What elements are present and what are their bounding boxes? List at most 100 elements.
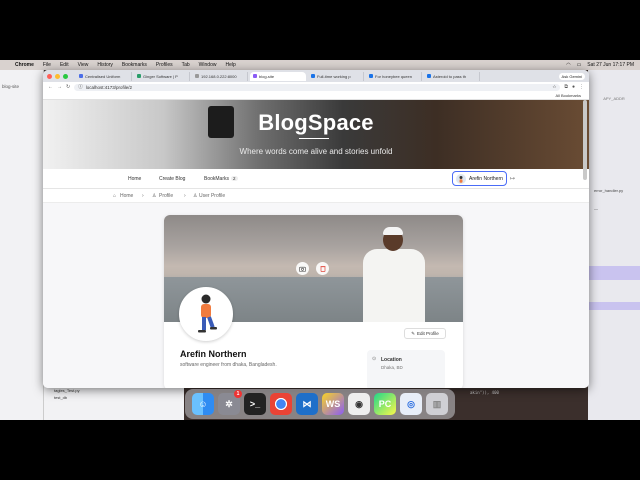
favicon-icon bbox=[79, 74, 83, 78]
main-nav: Home Create Blog BookMarks 2 Arefin North… bbox=[43, 169, 589, 189]
tab-label: 192.168.0.222:8000 bbox=[201, 73, 237, 79]
menu-bookmarks[interactable]: Bookmarks bbox=[122, 62, 147, 68]
background-label: APY_ADDR bbox=[603, 96, 625, 101]
location-box: ⊙ Location Dhaka, BD bbox=[367, 350, 445, 388]
nav-home-link[interactable]: Home bbox=[128, 176, 141, 182]
nav-bookmarks-label: BookMarks bbox=[204, 176, 230, 182]
battery-icon[interactable]: ▭ bbox=[577, 62, 582, 68]
favicon-icon bbox=[137, 74, 141, 78]
browser-tab-active[interactable]: blog-site bbox=[250, 71, 306, 81]
profile-name: Arefin Northern bbox=[180, 349, 247, 359]
favicon-icon bbox=[195, 74, 199, 78]
browser-toolbar: ← → ↻ ⓘ localhost:4173/profile/2 ☆ ⧉ ● ⋮ bbox=[43, 82, 589, 92]
mac-menubar: Chrome File Edit View History Bookmarks … bbox=[0, 60, 640, 70]
menubar-datetime[interactable]: Sat 27 Jun 17:17 PM bbox=[587, 62, 634, 68]
logout-icon[interactable]: ↦ bbox=[510, 175, 515, 182]
page-scrollbar[interactable] bbox=[583, 100, 587, 180]
forward-icon[interactable]: → bbox=[57, 84, 62, 90]
background-ide-panel: blog-site bbox=[0, 70, 44, 420]
user-menu-button[interactable]: Arefin Northern bbox=[452, 171, 507, 186]
menu-help[interactable]: Help bbox=[225, 62, 235, 68]
tab-label: Ginger Software | P bbox=[143, 73, 178, 79]
url-text: localhost:4173/profile/2 bbox=[85, 84, 132, 90]
bookmark-star-icon[interactable]: ☆ bbox=[552, 84, 556, 90]
profile-icon[interactable]: ● bbox=[572, 84, 575, 90]
breadcrumb-user-profile: User Profile bbox=[199, 193, 226, 199]
menu-app-name[interactable]: Chrome bbox=[15, 62, 34, 68]
vscode-icon[interactable]: ⋈ bbox=[296, 393, 318, 415]
zoom-window-button[interactable] bbox=[63, 73, 68, 79]
terminal-icon[interactable]: >_ bbox=[244, 393, 266, 415]
menu-profiles[interactable]: Profiles bbox=[156, 62, 173, 68]
ask-gemini-button[interactable]: Ask Gemini bbox=[558, 72, 585, 80]
hero-banner: BlogSpace Where words come alive and sto… bbox=[43, 100, 589, 169]
notification-badge: 1 bbox=[234, 390, 242, 398]
nav-bookmarks-link[interactable]: BookMarks 2 bbox=[204, 176, 238, 182]
breadcrumb-home-icon: ⌂ bbox=[113, 193, 117, 199]
reload-icon[interactable]: ↻ bbox=[66, 84, 70, 90]
menu-edit[interactable]: Edit bbox=[60, 62, 69, 68]
profile-avatar[interactable] bbox=[179, 287, 233, 341]
wifi-icon[interactable]: ◠ bbox=[566, 62, 570, 68]
breadcrumb-profile[interactable]: Profile bbox=[159, 193, 173, 199]
browser-tab[interactable]: Asteroid to pass th bbox=[424, 71, 480, 81]
trash-icon[interactable]: ▥ bbox=[426, 393, 448, 415]
finder-icon[interactable]: ☺ bbox=[192, 393, 214, 415]
menu-history[interactable]: History bbox=[97, 62, 113, 68]
browser-tab[interactable]: For honeybee queen bbox=[366, 71, 422, 81]
browser-tab[interactable]: Full-time working p bbox=[308, 71, 364, 81]
profile-card: ✎ Edit Profile Arefin Northern software … bbox=[164, 215, 463, 388]
edit-profile-button[interactable]: ✎ Edit Profile bbox=[404, 328, 446, 339]
chrome-icon[interactable] bbox=[270, 393, 292, 415]
tab-label: Asteroid to pass th bbox=[433, 73, 467, 79]
browser-tab[interactable]: Ginger Software | P bbox=[134, 71, 190, 81]
breadcrumb-home[interactable]: Home bbox=[120, 193, 133, 199]
bookmarks-bar: All Bookmarks bbox=[43, 92, 589, 100]
user-avatar bbox=[456, 173, 466, 184]
browser-tab[interactable]: Centralised Uniform bbox=[76, 71, 132, 81]
tab-bar: Centralised Uniform Ginger Software | P … bbox=[43, 70, 589, 82]
ws-icon[interactable]: WS bbox=[322, 393, 344, 415]
menu-view[interactable]: View bbox=[78, 62, 89, 68]
profile-avatar-illustration bbox=[198, 294, 217, 333]
page-content: BlogSpace Where words come alive and sto… bbox=[43, 100, 589, 388]
pycharm-icon[interactable]: PC bbox=[374, 393, 396, 415]
breadcrumb: ⌂ Home › ♙ Profile › ♙ User Profile bbox=[43, 189, 589, 203]
all-bookmarks-link[interactable]: All Bookmarks bbox=[555, 93, 581, 98]
change-cover-button[interactable] bbox=[296, 262, 309, 275]
cover-person bbox=[363, 249, 425, 322]
delete-cover-button[interactable] bbox=[316, 262, 329, 275]
site-title[interactable]: BlogSpace bbox=[43, 110, 589, 136]
window-controls bbox=[47, 73, 68, 79]
close-window-button[interactable] bbox=[47, 73, 52, 79]
preview-icon[interactable]: ◎ bbox=[400, 393, 422, 415]
location-value: Dhaka, BD bbox=[381, 365, 403, 370]
browser-tab[interactable]: 192.168.0.222:8000 bbox=[192, 71, 248, 81]
dock: ☺ ✲ 1 >_ ⋈ WS ◉ PC ◎ ▥ bbox=[185, 389, 455, 419]
minimize-window-button[interactable] bbox=[55, 73, 60, 79]
site-info-icon[interactable]: ⓘ bbox=[78, 84, 83, 90]
breadcrumb-separator-icon: › bbox=[142, 193, 144, 199]
tab-label: Centralised Uniform bbox=[85, 73, 121, 79]
user-avatar-icon bbox=[459, 175, 463, 183]
screen-bottom bbox=[0, 420, 640, 480]
menu-window[interactable]: Window bbox=[199, 62, 217, 68]
file-tree-item: tagles_Test.py bbox=[54, 388, 80, 393]
cover-person-cap bbox=[383, 227, 403, 235]
menu-file[interactable]: File bbox=[43, 62, 51, 68]
launchpad-icon[interactable]: ✲ 1 bbox=[218, 390, 242, 415]
breadcrumb-profile-icon: ♙ bbox=[152, 193, 157, 199]
breadcrumb-user-icon: ♙ bbox=[193, 193, 198, 199]
favicon-icon bbox=[427, 74, 431, 78]
extensions-icon[interactable]: ⧉ bbox=[564, 84, 568, 90]
profile-bio: software engineer from dhaka, Bangladesh… bbox=[180, 362, 277, 368]
address-bar[interactable]: ⓘ localhost:4173/profile/2 ☆ bbox=[74, 83, 561, 91]
tab-label: Full-time working p bbox=[317, 73, 351, 79]
browser-window: Centralised Uniform Ginger Software | P … bbox=[43, 70, 589, 388]
back-icon[interactable]: ← bbox=[48, 84, 53, 90]
menu-tab[interactable]: Tab bbox=[182, 62, 190, 68]
nav-create-blog-link[interactable]: Create Blog bbox=[159, 176, 185, 182]
menu-icon[interactable]: ⋮ bbox=[579, 84, 584, 90]
edit-profile-label: Edit Profile bbox=[417, 331, 439, 336]
app-icon[interactable]: ◉ bbox=[348, 393, 370, 415]
